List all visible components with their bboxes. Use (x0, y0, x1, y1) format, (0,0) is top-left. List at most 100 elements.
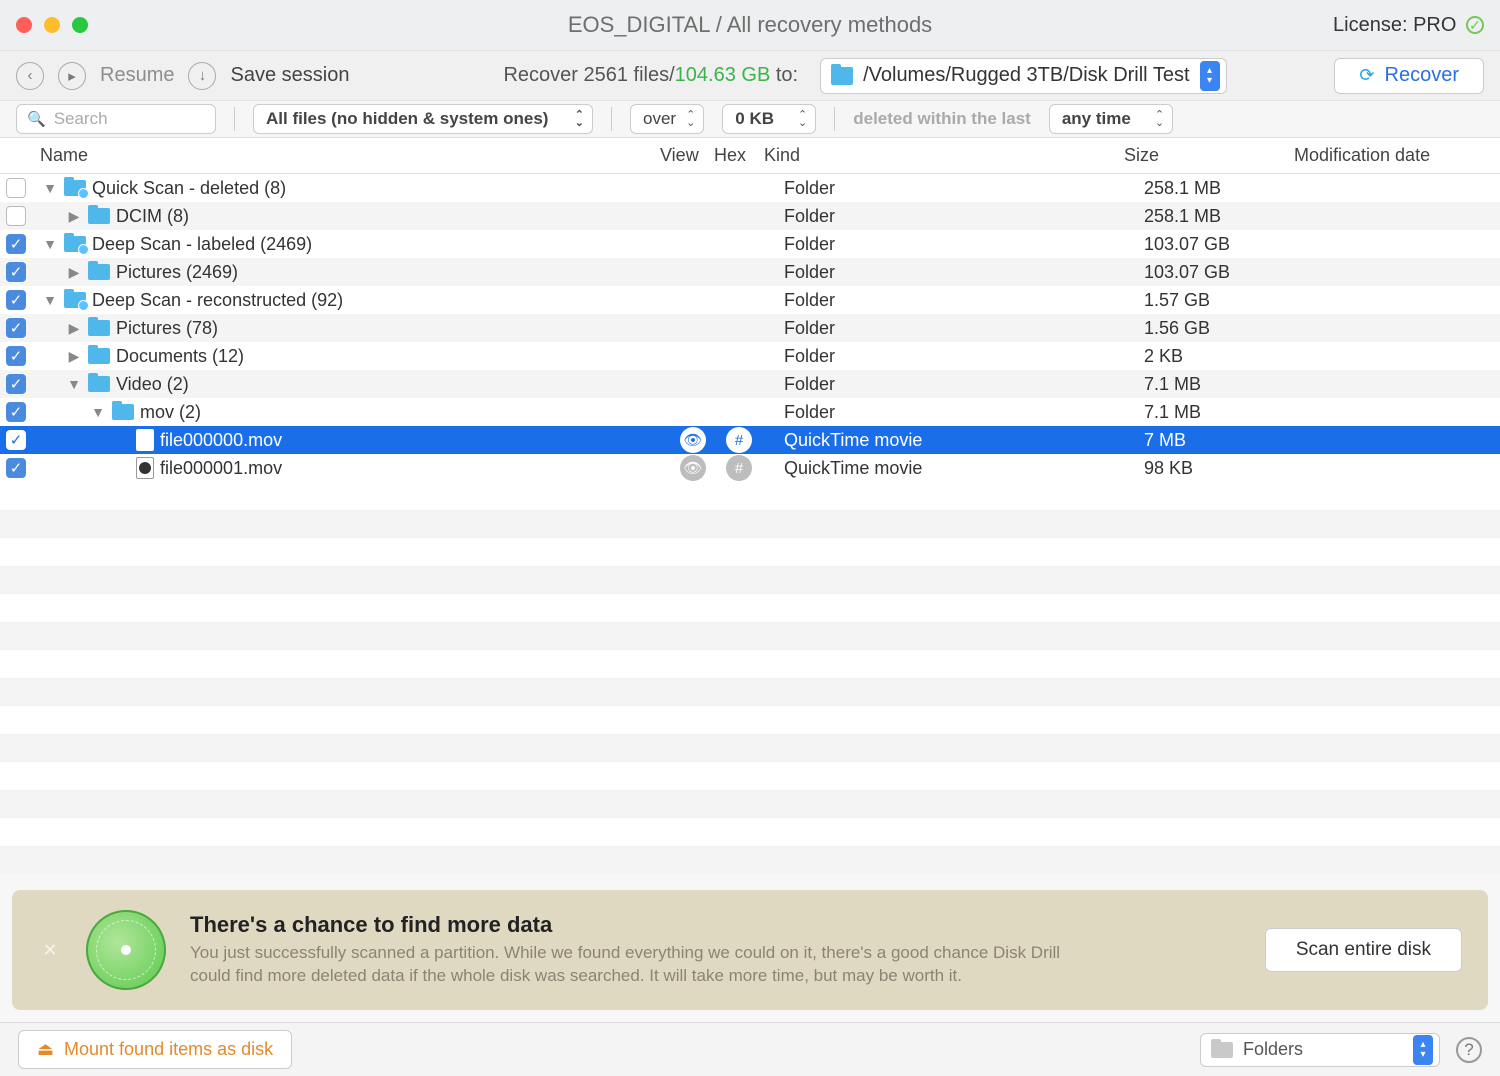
col-kind[interactable]: Kind (764, 145, 1124, 166)
checkbox[interactable]: ✓ (6, 262, 26, 282)
file-tree: ▼Quick Scan - deleted (8)Folder258.1 MB ▶… (0, 174, 1500, 482)
checkbox[interactable]: ✓ (6, 346, 26, 366)
close-banner-button[interactable]: ✕ (38, 938, 62, 962)
kind-cell: Folder (784, 206, 1144, 227)
deleted-within-label: deleted within the last (853, 109, 1031, 129)
destination-path-select[interactable]: /Volumes/Rugged 3TB/Disk Drill Test ▴▾ (820, 58, 1226, 94)
file-name: file000001.mov (160, 458, 282, 479)
hex-button[interactable]: # (726, 427, 752, 453)
recover-icon: ⟳ (1359, 65, 1374, 86)
col-size[interactable]: Size (1124, 145, 1294, 166)
table-row[interactable]: ✓▼Deep Scan - labeled (2469)Folder103.07… (0, 230, 1500, 258)
minimize-window-button[interactable] (44, 17, 60, 33)
preview-button[interactable]: 👁 (680, 455, 706, 481)
file-name: Documents (12) (116, 346, 244, 367)
col-mod[interactable]: Modification date (1294, 145, 1500, 166)
download-button[interactable]: ↓ (188, 62, 216, 90)
folder-icon (831, 67, 853, 85)
file-icon (136, 457, 154, 479)
save-session-label[interactable]: Save session (230, 64, 349, 87)
stepper-icon[interactable]: ▴▾ (1413, 1035, 1433, 1065)
file-name: mov (2) (140, 402, 201, 423)
disclosure-triangle[interactable]: ▶ (66, 348, 82, 365)
checkbox[interactable] (6, 206, 26, 226)
folder-icon (64, 292, 86, 308)
folder-icon (64, 180, 86, 196)
table-row[interactable]: ✓file000001.mov👁#QuickTime movie98 KB (0, 454, 1500, 482)
scan-entire-disk-button[interactable]: Scan entire disk (1265, 928, 1462, 972)
disclosure-triangle[interactable]: ▼ (42, 236, 58, 252)
bottombar: ⏏ Mount found items as disk Folders ▴▾ ? (0, 1022, 1500, 1076)
file-name: DCIM (8) (116, 206, 189, 227)
view-mode-select[interactable]: Folders ▴▾ (1200, 1033, 1440, 1067)
close-window-button[interactable] (16, 17, 32, 33)
play-button[interactable]: ▸ (58, 62, 86, 90)
recover-button[interactable]: ⟳ Recover (1334, 58, 1484, 94)
stepper-icon[interactable]: ▴▾ (1200, 61, 1220, 91)
help-button[interactable]: ? (1456, 1037, 1482, 1063)
checkbox[interactable]: ✓ (6, 290, 26, 310)
time-filter-dropdown[interactable]: any time ⌃⌄ (1049, 104, 1173, 134)
table-row[interactable]: ✓file000000.mov👁#QuickTime movie7 MB (0, 426, 1500, 454)
disclosure-triangle[interactable]: ▼ (42, 292, 58, 308)
search-input[interactable]: 🔍 Search (16, 104, 216, 134)
file-filter-dropdown[interactable]: All files (no hidden & system ones) ⌃⌄ (253, 104, 593, 134)
kind-cell: Folder (784, 402, 1144, 423)
disclosure-triangle[interactable]: ▶ (66, 320, 82, 337)
kind-cell: Folder (784, 290, 1144, 311)
disclosure-triangle[interactable]: ▼ (66, 376, 82, 392)
disclosure-triangle[interactable]: ▼ (90, 404, 106, 420)
table-row[interactable]: ✓ ▶ Pictures (78) Folder1.56 GB (0, 314, 1500, 342)
col-name[interactable]: Name (40, 145, 660, 166)
back-button[interactable]: ‹ (16, 62, 44, 90)
chevron-icon: ⌃⌄ (1155, 111, 1164, 127)
col-hex[interactable]: Hex (714, 145, 764, 166)
checkbox[interactable]: ✓ (6, 318, 26, 338)
kind-cell: Folder (784, 318, 1144, 339)
size-cell: 7.1 MB (1144, 402, 1314, 423)
table-row[interactable]: ✓▶Pictures (2469)Folder103.07 GB (0, 258, 1500, 286)
maximize-window-button[interactable] (72, 17, 88, 33)
disclosure-triangle[interactable]: ▶ (66, 264, 82, 281)
size-cell: 98 KB (1144, 458, 1314, 479)
table-row[interactable]: ▼Quick Scan - deleted (8)Folder258.1 MB (0, 174, 1500, 202)
table-row[interactable]: ▶DCIM (8)Folder258.1 MB (0, 202, 1500, 230)
folder-icon (88, 264, 110, 280)
check-icon: ✓ (1466, 16, 1484, 34)
table-row[interactable]: ✓▼Deep Scan - reconstructed (92)Folder1.… (0, 286, 1500, 314)
checkbox[interactable]: ✓ (6, 234, 26, 254)
resume-label: Resume (100, 64, 174, 87)
folder-icon (88, 320, 110, 336)
checkbox[interactable]: ✓ (6, 430, 26, 450)
checkbox[interactable]: ✓ (6, 402, 26, 422)
checkbox[interactable]: ✓ (6, 374, 26, 394)
col-view[interactable]: View (660, 145, 714, 166)
checkbox[interactable]: ✓ (6, 458, 26, 478)
folder-icon (64, 236, 86, 252)
scan-more-banner: ✕ There's a chance to find more data You… (12, 890, 1488, 1010)
size-filter-dropdown[interactable]: 0 KB ⌃⌄ (722, 104, 816, 134)
hex-button[interactable]: # (726, 455, 752, 481)
disclosure-triangle[interactable]: ▼ (42, 180, 58, 196)
size-cell: 258.1 MB (1144, 178, 1314, 199)
file-name: file000000.mov (160, 430, 282, 451)
size-cell: 1.56 GB (1144, 318, 1314, 339)
disclosure-triangle[interactable]: ▶ (66, 208, 82, 225)
preview-button[interactable]: 👁 (680, 427, 706, 453)
mount-icon: ⏏ (37, 1039, 54, 1060)
folder-icon (88, 348, 110, 364)
chevron-icon: ⌃⌄ (686, 111, 695, 127)
file-name: Deep Scan - labeled (2469) (92, 234, 312, 255)
chevron-icon: ⌃⌄ (575, 111, 584, 127)
size-cell: 7 MB (1144, 430, 1314, 451)
mount-button[interactable]: ⏏ Mount found items as disk (18, 1030, 292, 1069)
kind-cell: Folder (784, 234, 1144, 255)
file-name: Pictures (78) (116, 318, 218, 339)
table-row[interactable]: ✓▼Video (2)Folder7.1 MB (0, 370, 1500, 398)
checkbox[interactable] (6, 178, 26, 198)
table-row[interactable]: ✓▶Documents (12)Folder2 KB (0, 342, 1500, 370)
table-row[interactable]: ✓ ▼ mov (2) Folder7.1 MB (0, 398, 1500, 426)
size-cell: 103.07 GB (1144, 262, 1314, 283)
file-icon (136, 429, 154, 451)
over-dropdown[interactable]: over ⌃⌄ (630, 104, 704, 134)
